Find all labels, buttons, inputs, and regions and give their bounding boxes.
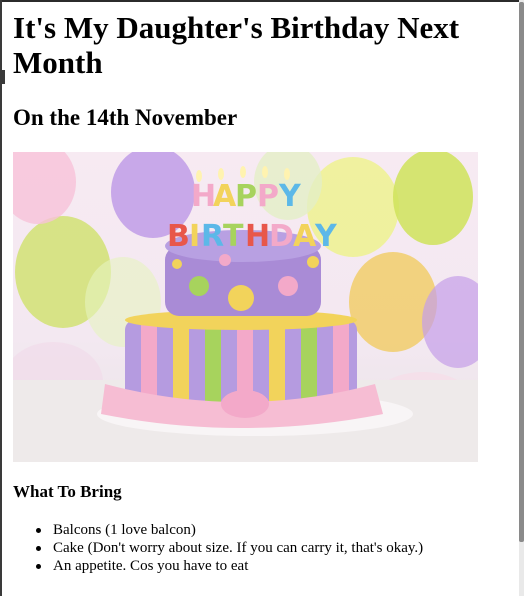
svg-text:R: R <box>201 219 224 254</box>
page-subtitle: On the 14th November <box>13 105 238 130</box>
svg-text:D: D <box>269 219 294 254</box>
svg-text:Y: Y <box>314 219 338 254</box>
svg-text:T: T <box>223 219 244 254</box>
svg-text:Y: Y <box>278 179 302 214</box>
list-item: An appetite. Cos you have to eat <box>13 557 423 575</box>
window-left-border <box>0 0 2 596</box>
window-left-notch <box>0 70 5 84</box>
cake-bottom-tier <box>101 310 383 428</box>
svg-text:B: B <box>167 219 190 254</box>
window-top-border <box>0 0 524 2</box>
svg-text:P: P <box>257 179 279 214</box>
svg-text:A: A <box>293 219 317 254</box>
list-item: Cake (Don't worry about size. If you can… <box>13 539 423 557</box>
svg-text:P: P <box>235 179 257 214</box>
svg-text:H: H <box>245 219 270 254</box>
page-title: It's My Daughter's Birthday Next Month <box>13 10 460 80</box>
svg-text:I: I <box>189 219 200 254</box>
birthday-cake-image: H A P P Y B I R T H D A Y <box>13 152 478 462</box>
svg-text:A: A <box>213 179 237 214</box>
bring-list: Balcons (1 love balcon) Cake (Don't worr… <box>13 521 423 575</box>
vertical-scrollbar[interactable] <box>519 0 524 596</box>
list-item: Balcons (1 love balcon) <box>13 521 423 539</box>
scrollbar-thumb[interactable] <box>519 2 524 542</box>
cake-illustration: H A P P Y B I R T H D A Y <box>13 152 478 462</box>
section-heading: What To Bring <box>13 482 122 501</box>
